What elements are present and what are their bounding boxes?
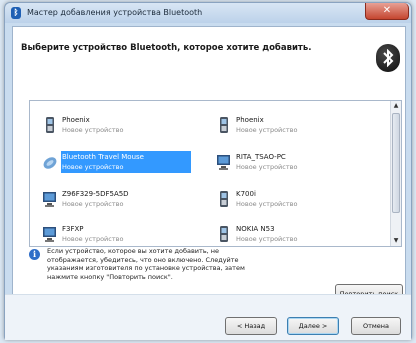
- device-label: F3FXP Новое устройство: [61, 223, 191, 245]
- list-item[interactable]: Z96F329-5DF5A5D Новое устройство: [42, 188, 202, 210]
- list-item[interactable]: Bluetooth Travel Mouse Новое устройство: [42, 151, 202, 173]
- mouse-icon: [42, 153, 58, 171]
- device-label: RITA_TSAO-PC Новое устройство: [235, 151, 365, 173]
- list-item[interactable]: K700i Новое устройство: [216, 188, 376, 210]
- device-type: Новое устройство: [62, 200, 124, 208]
- title-bar[interactable]: ᛒ Мастер добавления устройства Bluetooth…: [5, 3, 411, 23]
- list-item[interactable]: F3FXP Новое устройство: [42, 223, 202, 245]
- device-type: Новое устройство: [236, 200, 298, 208]
- device-name: F3FXP: [62, 225, 84, 233]
- phone-icon: [216, 190, 232, 208]
- info-message: Если устройство, которое вы хотите добав…: [47, 247, 245, 281]
- device-name: Phoenix: [236, 116, 264, 124]
- computer-icon: [216, 153, 232, 171]
- list-item[interactable]: NOKIA N53 Новое устройство: [216, 223, 376, 245]
- device-label: NOKIA N53 Новое устройство: [235, 223, 365, 245]
- scroll-up-button[interactable]: ▲: [391, 101, 401, 111]
- phone-icon: [216, 116, 232, 134]
- device-name: RITA_TSAO-PC: [236, 153, 286, 161]
- device-name: Z96F329-5DF5A5D: [62, 190, 129, 198]
- device-name: K700i: [236, 190, 256, 198]
- device-label: Bluetooth Travel Mouse Новое устройство: [61, 151, 191, 173]
- phone-icon: [42, 116, 58, 134]
- device-name: Phoenix: [62, 116, 90, 124]
- scroll-down-button[interactable]: ▼: [391, 236, 401, 246]
- back-button[interactable]: < Назад: [225, 317, 277, 335]
- phone-icon: [216, 225, 232, 243]
- device-label: Phoenix Новое устройство: [61, 114, 191, 136]
- device-list[interactable]: Phoenix Новое устройство Phoenix Новое у…: [29, 100, 402, 247]
- cancel-button[interactable]: Отмена: [351, 317, 401, 335]
- close-button[interactable]: ✕: [365, 3, 409, 20]
- list-scrollbar[interactable]: ▲ ▼: [390, 101, 401, 246]
- device-type: Новое устройство: [236, 126, 298, 134]
- device-name: Bluetooth Travel Mouse: [62, 153, 144, 161]
- wizard-window: ᛒ Мастер добавления устройства Bluetooth…: [4, 2, 412, 340]
- wizard-footer: [5, 294, 411, 340]
- device-label: Phoenix Новое устройство: [235, 114, 365, 136]
- list-item[interactable]: Phoenix Новое устройство: [42, 114, 202, 136]
- bluetooth-icon: ᛒ: [11, 7, 21, 19]
- list-item[interactable]: RITA_TSAO-PC Новое устройство: [216, 151, 376, 173]
- device-type: Новое устройство: [62, 126, 124, 134]
- device-type: Новое устройство: [62, 235, 124, 243]
- device-type: Новое устройство: [236, 163, 298, 171]
- device-label: K700i Новое устройство: [235, 188, 365, 210]
- device-label: Z96F329-5DF5A5D Новое устройство: [61, 188, 191, 210]
- device-type: Новое устройство: [62, 163, 124, 171]
- computer-icon: [42, 190, 58, 208]
- list-item[interactable]: Phoenix Новое устройство: [216, 114, 376, 136]
- next-button[interactable]: Далее >: [287, 317, 339, 335]
- wizard-content: Выберите устройство Bluetooth, которое х…: [12, 26, 406, 333]
- computer-icon: [42, 225, 58, 243]
- info-icon: i: [29, 249, 40, 260]
- scroll-thumb[interactable]: [392, 113, 400, 213]
- window-title: Мастер добавления устройства Bluetooth: [27, 8, 203, 17]
- bluetooth-logo-icon: [376, 44, 400, 72]
- page-heading: Выберите устройство Bluetooth, которое х…: [21, 43, 312, 53]
- device-type: Новое устройство: [236, 235, 298, 243]
- device-name: NOKIA N53: [236, 225, 275, 233]
